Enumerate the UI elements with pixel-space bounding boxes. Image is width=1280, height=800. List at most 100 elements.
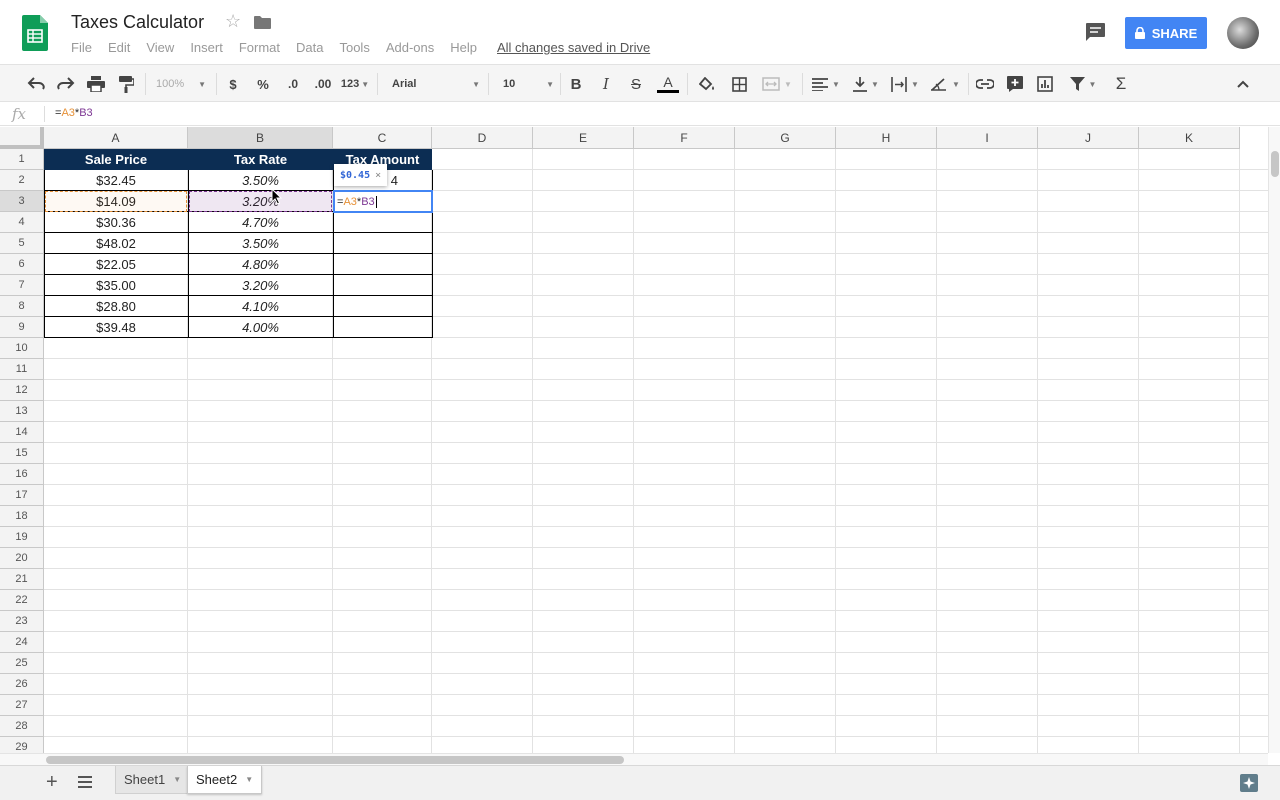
sheet-tab-sheet1[interactable]: Sheet1 ▼: [115, 766, 191, 794]
row-header-29[interactable]: 29: [0, 737, 44, 753]
row-header-28[interactable]: 28: [0, 716, 44, 737]
menu-edit[interactable]: Edit: [108, 40, 130, 56]
horizontal-align-icon[interactable]: ▼: [810, 74, 842, 94]
number-format-select[interactable]: 123 ▼: [340, 74, 370, 94]
row-header-21[interactable]: 21: [0, 569, 44, 590]
text-wrapping-icon[interactable]: ▼: [889, 74, 921, 94]
sale-price-cell[interactable]: $35.00: [44, 275, 188, 296]
add-sheet-icon[interactable]: +: [46, 771, 58, 794]
paint-format-icon[interactable]: [115, 74, 137, 94]
column-header-h[interactable]: H: [836, 127, 937, 149]
strikethrough-button[interactable]: S: [627, 74, 645, 94]
filter-icon[interactable]: ▼: [1065, 74, 1101, 94]
row-header-8[interactable]: 8: [0, 296, 44, 317]
vertical-scroll-thumb[interactable]: [1271, 151, 1279, 177]
table-header-cell[interactable]: Sale Price: [44, 149, 188, 170]
row-header-13[interactable]: 13: [0, 401, 44, 422]
row-header-2[interactable]: 2: [0, 170, 44, 191]
italic-button[interactable]: I: [597, 74, 615, 94]
horizontal-scroll-thumb[interactable]: [46, 756, 624, 764]
menu-data[interactable]: Data: [296, 40, 323, 56]
bold-button[interactable]: B: [567, 74, 585, 94]
close-icon[interactable]: ×: [375, 170, 381, 181]
redo-icon[interactable]: [55, 74, 77, 94]
menu-addons[interactable]: Add-ons: [386, 40, 434, 56]
star-icon[interactable]: ☆: [225, 11, 241, 32]
row-header-12[interactable]: 12: [0, 380, 44, 401]
merge-cells-icon[interactable]: ▼: [759, 74, 795, 94]
collapse-toolbar-icon[interactable]: [1233, 74, 1253, 94]
fill-color-icon[interactable]: [697, 74, 717, 94]
borders-icon[interactable]: [729, 74, 749, 94]
vertical-align-icon[interactable]: ▼: [850, 74, 882, 94]
row-header-16[interactable]: 16: [0, 464, 44, 485]
row-header-6[interactable]: 6: [0, 254, 44, 275]
row-header-14[interactable]: 14: [0, 422, 44, 443]
column-header-e[interactable]: E: [533, 127, 634, 149]
row-header-23[interactable]: 23: [0, 611, 44, 632]
row-header-26[interactable]: 26: [0, 674, 44, 695]
column-header-a[interactable]: A: [44, 127, 188, 149]
undo-icon[interactable]: [25, 74, 47, 94]
text-color-button[interactable]: A: [657, 74, 679, 94]
select-all-corner[interactable]: [0, 127, 44, 149]
menu-view[interactable]: View: [146, 40, 174, 56]
menu-help[interactable]: Help: [450, 40, 477, 56]
document-title[interactable]: Taxes Calculator: [71, 12, 204, 33]
column-header-i[interactable]: I: [937, 127, 1038, 149]
active-cell-editor[interactable]: = A3 * B3: [333, 190, 433, 213]
row-header-9[interactable]: 9: [0, 317, 44, 338]
currency-format-button[interactable]: $: [224, 74, 242, 94]
insert-link-icon[interactable]: [975, 74, 995, 94]
explore-icon[interactable]: [1240, 774, 1258, 792]
sheet-menu-caret-icon[interactable]: ▼: [245, 775, 253, 784]
font-family-select[interactable]: Arial ▼: [385, 74, 480, 94]
sale-price-cell[interactable]: $28.80: [44, 296, 188, 317]
vertical-scrollbar[interactable]: [1268, 127, 1280, 753]
increase-decimal-button[interactable]: .00: [310, 74, 336, 94]
row-header-24[interactable]: 24: [0, 632, 44, 653]
row-header-7[interactable]: 7: [0, 275, 44, 296]
save-status-link[interactable]: All changes saved in Drive: [497, 40, 650, 56]
insert-chart-icon[interactable]: [1035, 74, 1055, 94]
spreadsheet-grid[interactable]: A B C D E F G H I J K 1 2 3 4 5 6 7 8 9 10 11 12 13 14 15 16 17 18 19…: [0, 127, 1268, 753]
sale-price-cell[interactable]: $32.45: [44, 170, 188, 191]
tax-rate-cell[interactable]: 4.70%: [188, 212, 333, 233]
row-header-18[interactable]: 18: [0, 506, 44, 527]
formula-input[interactable]: =A3*B3: [55, 107, 93, 119]
tax-rate-cell[interactable]: 4.80%: [188, 254, 333, 275]
menu-format[interactable]: Format: [239, 40, 280, 56]
menu-tools[interactable]: Tools: [339, 40, 369, 56]
row-header-20[interactable]: 20: [0, 548, 44, 569]
column-header-j[interactable]: J: [1038, 127, 1139, 149]
column-header-c[interactable]: C: [333, 127, 432, 149]
print-icon[interactable]: [85, 74, 107, 94]
row-header-4[interactable]: 4: [0, 212, 44, 233]
folder-icon[interactable]: [254, 16, 271, 29]
tax-rate-cell[interactable]: 3.50%: [188, 170, 333, 191]
menu-file[interactable]: File: [71, 40, 92, 56]
sale-price-cell[interactable]: $39.48: [44, 317, 188, 338]
percent-format-button[interactable]: %: [253, 74, 273, 94]
tax-rate-cell[interactable]: 4.10%: [188, 296, 333, 317]
column-header-k[interactable]: K: [1139, 127, 1240, 149]
column-header-d[interactable]: D: [432, 127, 533, 149]
menu-insert[interactable]: Insert: [190, 40, 223, 56]
tax-rate-cell[interactable]: 3.20%: [188, 275, 333, 296]
sale-price-cell[interactable]: $30.36: [44, 212, 188, 233]
horizontal-scrollbar[interactable]: [0, 753, 1268, 765]
row-header-27[interactable]: 27: [0, 695, 44, 716]
row-header-3[interactable]: 3: [0, 191, 44, 212]
column-header-b[interactable]: B: [188, 127, 333, 149]
zoom-select[interactable]: 100% ▼: [152, 74, 210, 94]
insert-comment-icon[interactable]: [1005, 74, 1025, 94]
sheets-logo-icon[interactable]: [22, 15, 48, 51]
row-header-17[interactable]: 17: [0, 485, 44, 506]
font-size-select[interactable]: 10 ▼: [496, 74, 554, 94]
text-rotation-icon[interactable]: ▼: [928, 74, 962, 94]
row-header-19[interactable]: 19: [0, 527, 44, 548]
sheet-menu-caret-icon[interactable]: ▼: [173, 775, 181, 784]
row-header-25[interactable]: 25: [0, 653, 44, 674]
row-header-10[interactable]: 10: [0, 338, 44, 359]
tax-rate-cell[interactable]: 3.50%: [188, 233, 333, 254]
